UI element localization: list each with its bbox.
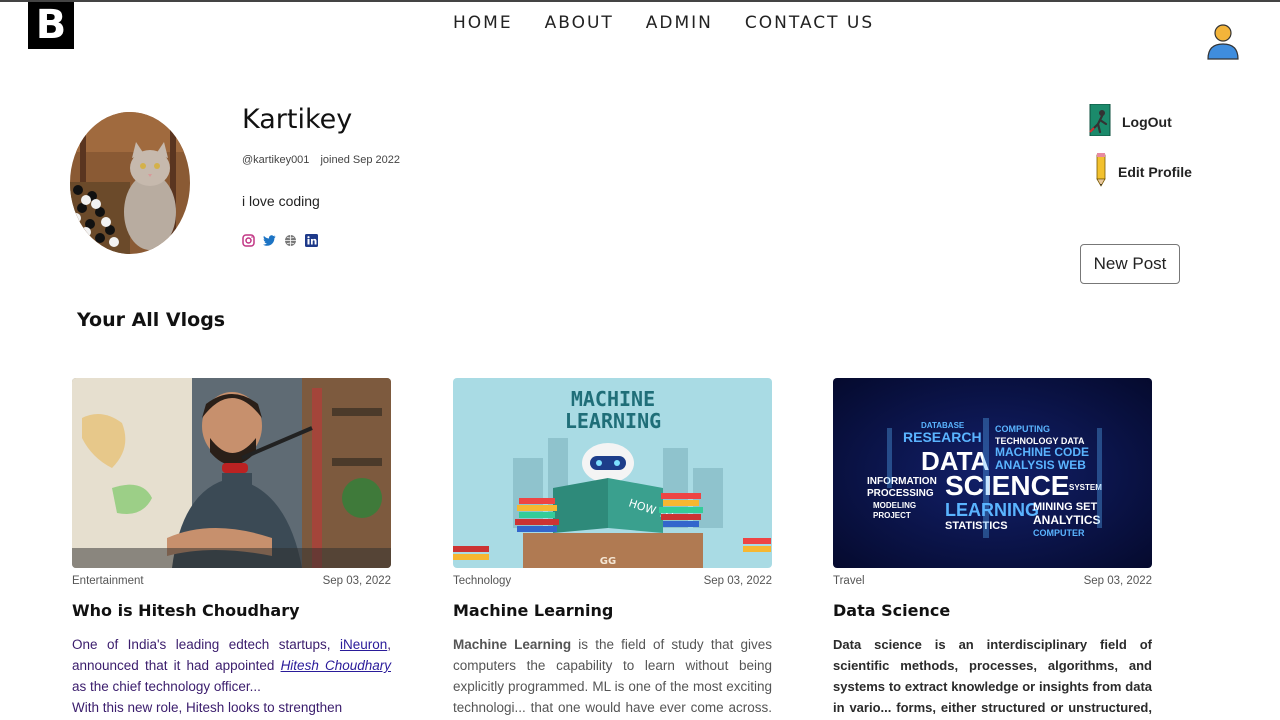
new-post-button[interactable]: New Post	[1080, 244, 1180, 284]
post-title[interactable]: Machine Learning	[453, 601, 772, 620]
post-card[interactable]: DATA SCIENCE LEARNING RESEARCH MACHINE C…	[833, 378, 1152, 720]
profile-name: Kartikey	[242, 104, 353, 135]
post-date: Sep 03, 2022	[703, 575, 772, 587]
post-category: Travel	[833, 575, 865, 587]
ds-word: STATISTICS	[945, 520, 1008, 532]
edit-profile-label: Edit Profile	[1118, 163, 1192, 180]
nav-home[interactable]: HOME	[453, 13, 513, 33]
ds-word: PROJECT	[873, 511, 911, 520]
nav-contact-us[interactable]: CONTACT US	[745, 13, 874, 33]
post-title[interactable]: Who is Hitesh Choudhary	[72, 601, 391, 620]
globe-icon[interactable]	[284, 234, 297, 247]
post-date: Sep 03, 2022	[1083, 575, 1152, 587]
post-title[interactable]: Data Science	[833, 601, 1152, 620]
ml-logo-text: GG	[600, 556, 616, 567]
ds-word: RESEARCH	[903, 429, 982, 445]
instagram-icon[interactable]	[242, 234, 255, 247]
ds-word: PROCESSING	[867, 488, 934, 499]
nav-admin[interactable]: ADMIN	[646, 13, 713, 33]
ds-word-big: LEARNING	[945, 500, 1039, 520]
ds-word: COMPUTER	[1033, 528, 1085, 538]
ds-word: ANALYTICS	[1033, 513, 1101, 527]
post-thumbnail[interactable]: DATA SCIENCE LEARNING RESEARCH MACHINE C…	[833, 378, 1152, 568]
ds-word: DATABASE	[921, 421, 965, 430]
post-category: Entertainment	[72, 575, 144, 587]
post-date: Sep 03, 2022	[322, 575, 391, 587]
ds-word: MACHINE CODE	[995, 445, 1089, 459]
profile-bio: i love coding	[242, 193, 320, 209]
post-excerpt: Machine Learning is the field of study t…	[453, 634, 772, 720]
post-category: Technology	[453, 575, 512, 587]
site-logo[interactable]: B	[28, 2, 74, 49]
main-nav: HOME ABOUT ADMIN CONTACT US	[453, 13, 906, 33]
ds-word: ANALYSIS WEB	[995, 458, 1086, 472]
post-thumbnail[interactable]	[72, 378, 391, 568]
post-card[interactable]: Entertainment Sep 03, 2022 Who is Hitesh…	[72, 378, 391, 718]
ds-word: INFORMATION	[867, 476, 937, 487]
ds-word: MODELING	[873, 501, 916, 510]
ineuron-link[interactable]: iNeuron	[340, 637, 387, 652]
post-meta: Technology Sep 03, 2022	[453, 575, 772, 587]
ds-word: MINING SET	[1033, 501, 1097, 513]
post-excerpt: One of India's leading edtech startups, …	[72, 634, 391, 718]
ml-title-line2: LEARNING	[565, 409, 661, 433]
logout-icon	[1088, 103, 1112, 139]
excerpt-text: as the chief technology officer...	[72, 679, 261, 694]
profile-joined: joined Sep 2022	[320, 154, 400, 166]
post-card[interactable]: MACHINE LEARNING HOW TO GG Technology Se…	[453, 378, 772, 720]
twitter-icon[interactable]	[263, 234, 276, 247]
profile-handle: @kartikey001	[242, 154, 310, 166]
section-title: Your All Vlogs	[77, 309, 226, 331]
post-excerpt: Data science is an interdisciplinary fie…	[833, 637, 1152, 715]
linkedin-icon[interactable]	[305, 234, 318, 247]
post-thumbnail[interactable]: MACHINE LEARNING HOW TO GG	[453, 378, 772, 568]
excerpt-lead: Machine Learning	[453, 637, 572, 652]
post-meta: Travel Sep 03, 2022	[833, 575, 1152, 587]
profile-avatar	[70, 112, 190, 254]
logout-button[interactable]: LogOut	[1088, 103, 1172, 139]
ds-word: TECHNOLOGY DATA	[995, 436, 1085, 446]
pencil-icon	[1094, 153, 1108, 190]
hitesh-link[interactable]: Hitesh Choudhary	[281, 658, 391, 673]
ml-title-line1: MACHINE	[571, 387, 655, 411]
logout-label: LogOut	[1122, 113, 1172, 130]
edit-profile-button[interactable]: Edit Profile	[1094, 153, 1192, 190]
top-border	[0, 0, 1280, 2]
ds-word-big: SCIENCE	[945, 470, 1069, 501]
excerpt-text: One of India's leading edtech startups,	[72, 637, 340, 652]
excerpt-text-more: With this new role, Hitesh looks to stre…	[72, 700, 343, 715]
profile-meta: @kartikey001 joined Sep 2022	[242, 154, 408, 166]
ds-word: COMPUTING	[995, 424, 1050, 434]
user-account-icon[interactable]	[1206, 22, 1240, 60]
nav-about[interactable]: ABOUT	[545, 13, 614, 33]
social-links	[242, 234, 318, 247]
post-meta: Entertainment Sep 03, 2022	[72, 575, 391, 587]
